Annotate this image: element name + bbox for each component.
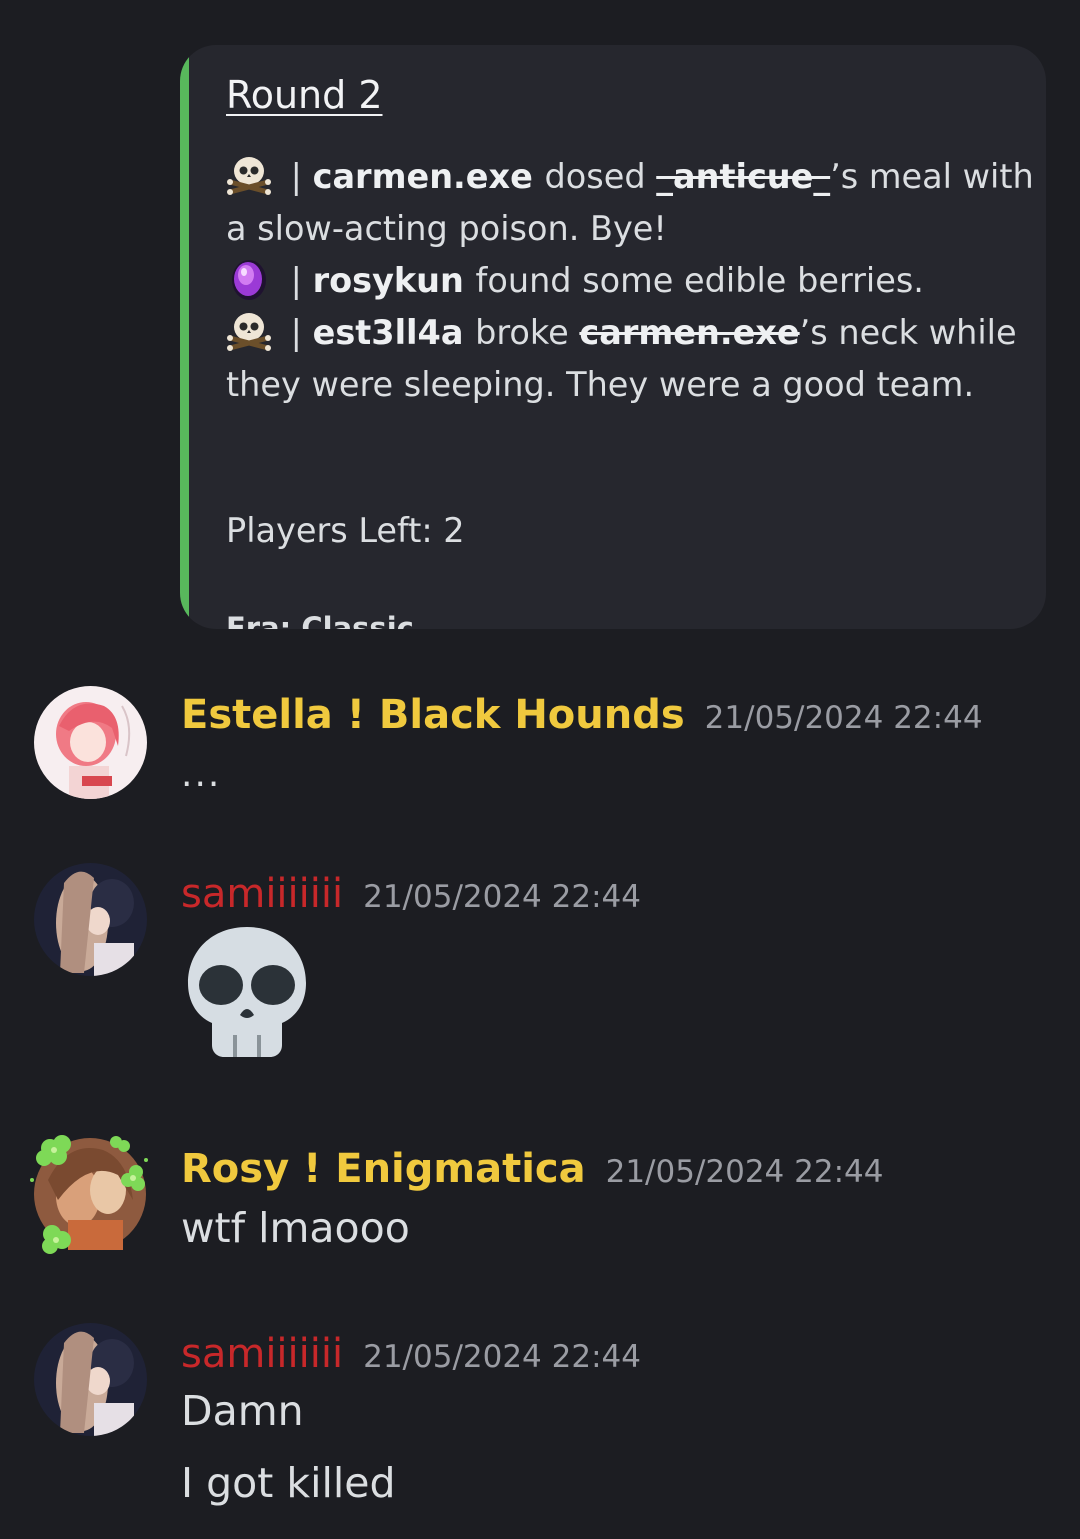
embed-description: | carmen.exe dosed _anticue_’s meal with… (226, 151, 1034, 411)
timestamp: 21/05/2024 22:44 (363, 879, 641, 915)
players-left-text: Players Left: 2 (226, 511, 465, 550)
event-text: ’s meal with (830, 157, 1034, 196)
skull-crossbones-icon (227, 313, 271, 351)
avatar[interactable] (34, 863, 147, 976)
avatar[interactable] (34, 686, 147, 799)
purple-berry-icon (232, 260, 266, 300)
avatar-image (34, 686, 147, 799)
embed-event-line: | rosykun found some edible berries. (226, 255, 1026, 307)
message-header: samiiiiiii 21/05/2024 22:44 (181, 871, 641, 917)
actor-name: est3ll4a (312, 313, 476, 352)
victim-name: _anticue_ (656, 157, 831, 196)
event-text: dosed (544, 157, 657, 196)
victim-name: carmen.exe (579, 313, 800, 352)
message-text: ... (181, 754, 222, 795)
embed-accent-bar (180, 45, 189, 629)
skull-crossbones-icon (227, 157, 271, 195)
embed-footer: Era: Classic (226, 611, 414, 629)
avatar-image (34, 863, 147, 976)
actor-name: carmen.exe (312, 157, 545, 196)
avatar-image (34, 1323, 147, 1436)
embed-event-line: | carmen.exe dosed _anticue_’s meal with (226, 151, 1034, 203)
separator: | (280, 157, 313, 196)
separator: | (280, 313, 313, 352)
round-embed: Round 2 | carmen.exe dosed _anticue_’s m… (180, 45, 1046, 629)
message-text: wtf lmaooo (181, 1204, 410, 1252)
timestamp: 21/05/2024 22:44 (363, 1339, 641, 1375)
message-header: samiiiiiii 21/05/2024 22:44 (181, 1331, 641, 1377)
embed-event-continuation: they were sleeping. They were a good tea… (226, 365, 975, 404)
message-text: I got killed (181, 1459, 396, 1507)
event-text: ’s neck while (799, 313, 1017, 352)
embed-event-continuation: a slow-acting poison. Bye! (226, 209, 667, 248)
embed-title: Round 2 (226, 73, 383, 117)
event-text: broke (475, 313, 580, 352)
avatar[interactable] (34, 1323, 147, 1436)
timestamp: 21/05/2024 22:44 (605, 1154, 884, 1190)
username[interactable]: samiiiiiii (181, 1331, 343, 1377)
embed-event-line: | est3ll4a broke carmen.exe’s neck while (226, 307, 1026, 359)
skull-icon (188, 927, 306, 1057)
actor-name: rosykun (312, 261, 476, 300)
username[interactable]: Rosy ! Enigmatica (181, 1146, 586, 1192)
avatar[interactable] (30, 1135, 148, 1254)
message-text: Damn (181, 1387, 304, 1435)
username[interactable]: samiiiiiii (181, 871, 343, 917)
timestamp: 21/05/2024 22:44 (704, 700, 983, 736)
avatar-image (30, 1135, 148, 1254)
separator: | (280, 261, 313, 300)
message-header: Rosy ! Enigmatica 21/05/2024 22:44 (181, 1146, 883, 1192)
username[interactable]: Estella ! Black Hounds (181, 692, 685, 738)
event-text: found some edible berries. (475, 261, 924, 300)
message-header: Estella ! Black Hounds 21/05/2024 22:44 (181, 692, 983, 738)
